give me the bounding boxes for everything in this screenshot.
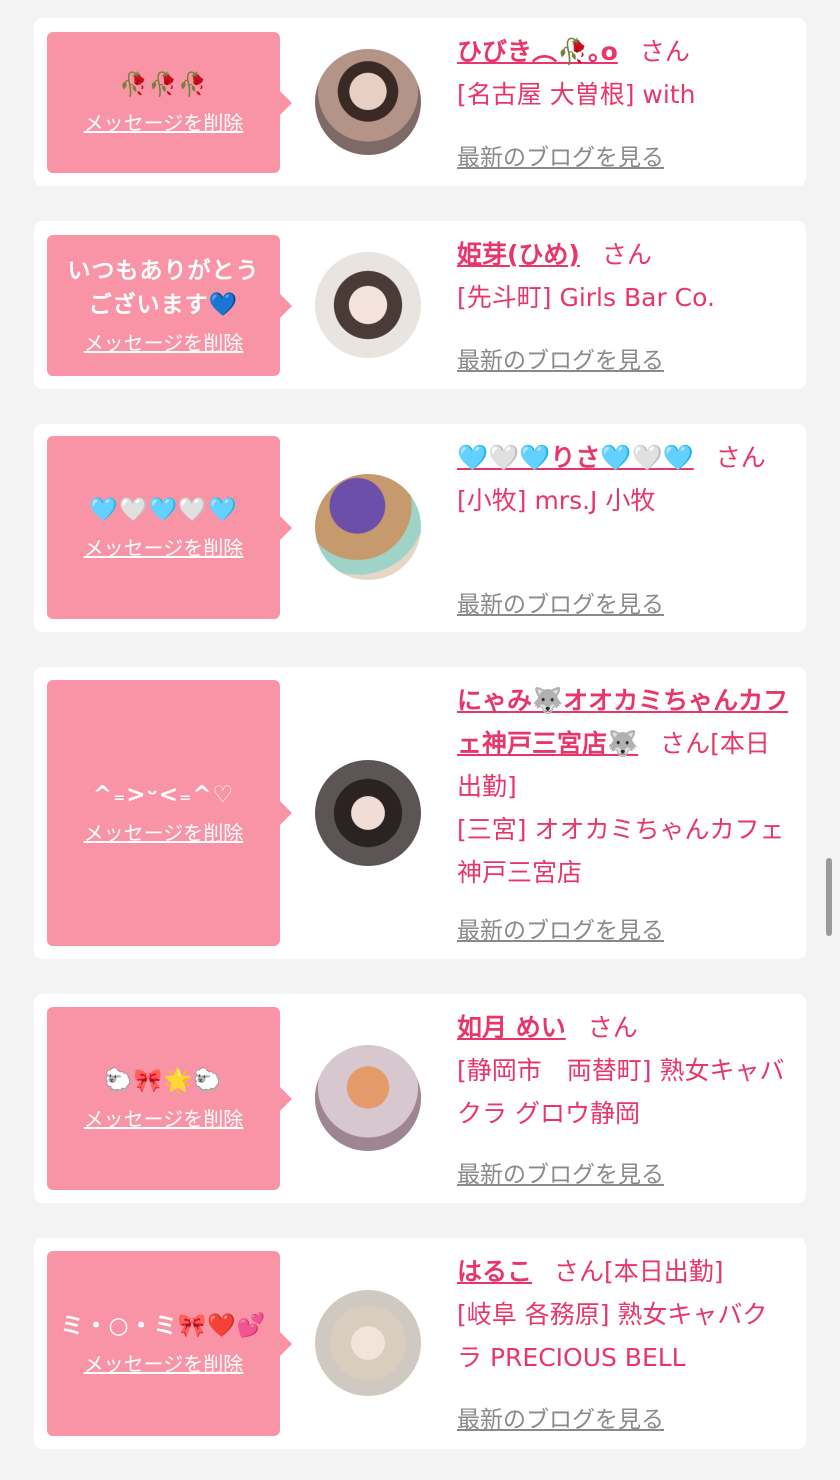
message-bubble: ミ・○・ミ🎀❤️💕 メッセージを削除	[47, 1251, 292, 1436]
latest-blog-link[interactable]: 最新のブログを見る	[457, 1400, 664, 1434]
honorific: さん	[554, 1257, 605, 1286]
delete-message-link[interactable]: メッセージを削除	[84, 1104, 244, 1134]
message-text: ミ・○・ミ🎀❤️💕	[60, 1312, 267, 1339]
avatar[interactable]	[315, 474, 421, 580]
delete-message-link[interactable]: メッセージを削除	[84, 533, 244, 563]
honorific: さん	[660, 729, 711, 758]
cast-info: 🩵🤍🩵りさ🩵🤍🩵 さん [小牧] mrs.J 小牧	[457, 436, 791, 522]
avatar[interactable]	[315, 760, 421, 866]
message-text: 🥀🥀🥀	[119, 71, 208, 98]
cast-name-link[interactable]: 姫芽(ひめ)	[457, 240, 580, 269]
honorific: さん	[639, 37, 690, 66]
message-text: 🩵🤍🩵🤍🩵	[89, 496, 238, 523]
cast-name-link[interactable]: はるこ	[457, 1257, 532, 1286]
message-bubble: 🩵🤍🩵🤍🩵 メッセージを削除	[47, 436, 292, 619]
delete-message-link[interactable]: メッセージを削除	[84, 818, 244, 848]
delete-message-link[interactable]: メッセージを削除	[84, 1349, 244, 1379]
delete-message-link[interactable]: メッセージを削除	[84, 328, 244, 358]
status-badge: [本日出勤]	[604, 1257, 724, 1286]
message-card: 🥀🥀🥀 メッセージを削除 ひびき︵🥀｡o さん [名古屋 大曽根] with 最新…	[34, 18, 806, 186]
message-bubble: ^₌>ᵕ<₌^♡ メッセージを削除	[47, 680, 292, 946]
message-text: 🐑🎀🌟🐑	[104, 1067, 223, 1094]
cast-info: ひびき︵🥀｡o さん [名古屋 大曽根] with	[457, 30, 791, 116]
message-card: ^₌>ᵕ<₌^♡ メッセージを削除 にゃみ🐺オオカミちゃんカフェ神戸三宮店🐺 さん…	[34, 667, 806, 959]
cast-name-link[interactable]: ひびき︵🥀｡o	[457, 37, 618, 66]
cast-info: 如月 めい さん [静岡市 両替町] 熟女キャバクラ グロウ静岡	[457, 1006, 791, 1135]
message-bubble: 🥀🥀🥀 メッセージを削除	[47, 32, 292, 173]
message-bubble: いつもありがとう ございます💙 メッセージを削除	[47, 235, 292, 376]
shop-name: [岐阜 各務原] 熟女キャバクラ PRECIOUS BELL	[457, 1300, 768, 1372]
latest-blog-link[interactable]: 最新のブログを見る	[457, 911, 664, 945]
avatar[interactable]	[315, 1290, 421, 1396]
avatar[interactable]	[315, 49, 421, 155]
message-card: 🐑🎀🌟🐑 メッセージを削除 如月 めい さん [静岡市 両替町] 熟女キャバクラ …	[34, 994, 806, 1203]
cast-info: はるこ さん[本日出勤] [岐阜 各務原] 熟女キャバクラ PRECIOUS BE…	[457, 1250, 791, 1379]
honorific: さん	[587, 1013, 638, 1042]
message-card: ミ・○・ミ🎀❤️💕 メッセージを削除 はるこ さん[本日出勤] [岐阜 各務原] …	[34, 1238, 806, 1449]
avatar[interactable]	[315, 252, 421, 358]
message-text: ^₌>ᵕ<₌^♡	[92, 782, 235, 808]
latest-blog-link[interactable]: 最新のブログを見る	[457, 341, 664, 375]
shop-name: [三宮] オオカミちゃんカフェ神戸三宮店	[457, 815, 785, 887]
shop-name: [先斗町] Girls Bar Co.	[457, 283, 715, 312]
cast-info: 姫芽(ひめ) さん [先斗町] Girls Bar Co.	[457, 233, 791, 319]
shop-name: [小牧] mrs.J 小牧	[457, 486, 656, 515]
latest-blog-link[interactable]: 最新のブログを見る	[457, 585, 664, 619]
honorific: さん	[715, 443, 766, 472]
honorific: さん	[601, 240, 652, 269]
message-card: 🩵🤍🩵🤍🩵 メッセージを削除 🩵🤍🩵りさ🩵🤍🩵 さん [小牧] mrs.J 小牧 …	[34, 424, 806, 632]
cast-name-link[interactable]: 🩵🤍🩵りさ🩵🤍🩵	[457, 443, 694, 472]
cast-name-link[interactable]: 如月 めい	[457, 1013, 566, 1042]
avatar[interactable]	[315, 1045, 421, 1151]
shop-name: [名古屋 大曽根] with	[457, 80, 696, 109]
message-text: いつもありがとう ございます💙	[67, 257, 260, 318]
cast-info: にゃみ🐺オオカミちゃんカフェ神戸三宮店🐺 さん[本日出勤] [三宮] オオカミちゃ…	[457, 679, 791, 894]
delete-message-link[interactable]: メッセージを削除	[84, 108, 244, 138]
scrollbar[interactable]	[826, 858, 832, 936]
message-bubble: 🐑🎀🌟🐑 メッセージを削除	[47, 1007, 292, 1190]
latest-blog-link[interactable]: 最新のブログを見る	[457, 138, 664, 172]
message-card: いつもありがとう ございます💙 メッセージを削除 姫芽(ひめ) さん [先斗町] …	[34, 221, 806, 389]
shop-name: [静岡市 両替町] 熟女キャバクラ グロウ静岡	[457, 1056, 785, 1128]
latest-blog-link[interactable]: 最新のブログを見る	[457, 1155, 664, 1189]
